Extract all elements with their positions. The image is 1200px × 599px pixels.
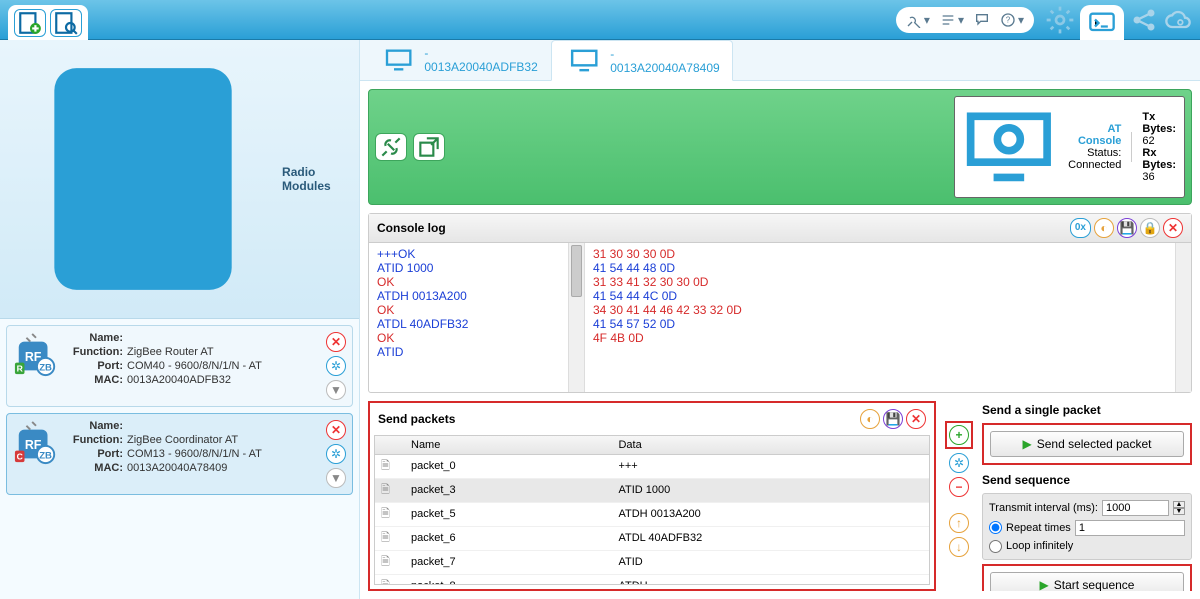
network-icon[interactable] [1130,6,1158,34]
svg-text:ZB: ZB [39,362,52,373]
packet-icon: 🗎 [375,502,405,526]
save-log-button[interactable]: 💾 [1117,218,1137,238]
radio-modules-panel: Radio Modules RFZBR Name: Function:ZigBe… [0,40,360,599]
console-scrollbar[interactable] [569,243,585,392]
module-icon: RFZBR [13,332,59,378]
console-right-pane[interactable]: 31 30 30 30 0D41 54 44 48 0D31 33 41 32 … [585,243,1175,392]
feedback-button[interactable] [974,12,990,28]
device-tabs: - 0013A20040ADFB32 - 0013A20040A78409 [360,40,1200,81]
packet-icon: 🗎 [375,526,405,550]
console-log-title: Console log [377,221,446,235]
packets-save-button[interactable]: 💾 [883,409,903,429]
console-left-pane[interactable]: +++OKATID 1000OKATDH 0013A200OKATDL 40AD… [369,243,569,392]
loop-infinitely-radio[interactable] [989,540,1002,553]
module-card-0[interactable]: RFZBR Name: Function:ZigBee Router AT Po… [6,325,353,407]
top-left-tabs [8,5,88,41]
packet-icon: 🗎 [375,550,405,574]
list-dropdown[interactable]: ▾ [940,12,964,28]
move-down-button[interactable]: ↓ [949,537,969,557]
svg-text:R: R [17,363,24,373]
search-module-button[interactable] [50,9,82,37]
lock-button[interactable]: 🔒 [1140,218,1160,238]
tools-dropdown[interactable]: ▾ [906,12,930,28]
module-card-1[interactable]: RFZBC Name: Function:ZigBee Coordinator … [6,413,353,495]
add-module-button[interactable] [14,9,46,37]
interval-down[interactable]: ▼ [1173,508,1185,515]
packet-icon: 🗎 [375,454,405,478]
remove-packet-button[interactable]: − [949,477,969,497]
edit-packet-button[interactable]: ✲ [949,453,969,473]
console-header-bar: AT Console Status: Connected Tx Bytes: 6… [368,89,1192,205]
packet-row[interactable]: 🗎packet_0+++ [375,454,929,478]
packet-row[interactable]: 🗎packet_3ATID 1000 [375,478,929,502]
module-collapse-button[interactable]: ▼ [326,468,346,488]
quick-actions-pill: ▾ ▾ ?▾ [896,7,1034,33]
clear-log-button[interactable]: ✕ [1163,218,1183,238]
module-collapse-button[interactable]: ▼ [326,380,346,400]
detach-button[interactable] [413,133,445,161]
radio-modules-title: Radio Modules [282,165,349,193]
filter-button[interactable]: ◐ [1094,218,1114,238]
radio-modules-header: Radio Modules [0,40,359,319]
cloud-icon[interactable] [1164,6,1192,34]
packet-row[interactable]: 🗎packet_8ATDH [375,574,929,585]
packet-icon: 🗎 [375,574,405,585]
send-single-title: Send a single packet [982,401,1192,419]
move-up-button[interactable]: ↑ [949,513,969,533]
connect-button[interactable] [375,133,407,161]
console-right-scrollbar[interactable] [1175,243,1191,392]
module-icon: RFZBC [13,420,59,466]
module-discover-button[interactable]: ✲ [326,444,346,464]
svg-text:ZB: ZB [39,450,52,461]
terminal-icon [1088,9,1116,37]
tab-device-1[interactable]: - 0013A20040A78409 [551,40,733,81]
interval-up[interactable]: ▲ [1173,501,1185,508]
packets-filter-button[interactable]: ◐ [860,409,880,429]
tab-device-0[interactable]: - 0013A20040ADFB32 [366,40,551,80]
svg-text:?: ? [1006,15,1011,24]
send-packets-title: Send packets [378,412,455,426]
console-log-panel: Console log 0x ◐ 💾 🔒 ✕ +++OKATID 1000OKA… [368,213,1192,393]
console-mode-tab[interactable] [1080,5,1124,41]
help-dropdown[interactable]: ?▾ [1000,12,1024,28]
hex-toggle-button[interactable]: 0x [1070,218,1091,238]
add-packet-button[interactable]: + [949,425,969,445]
status-box: AT Console Status: Connected Tx Bytes: 6… [954,96,1185,198]
send-sequence-title: Send sequence [982,471,1192,489]
packets-table: Name Data 🗎packet_0+++🗎packet_3ATID 1000… [375,436,929,585]
sequence-settings: Transmit interval (ms): ▲▼ Repeat times [982,493,1192,560]
module-discover-button[interactable]: ✲ [326,356,346,376]
start-sequence-button[interactable]: ▶Start sequence [990,572,1184,591]
send-selected-packet-button[interactable]: ▶Send selected packet [990,431,1184,457]
packets-clear-button[interactable]: ✕ [906,409,926,429]
repeat-times-radio[interactable] [989,521,1002,534]
settings-icon[interactable] [1044,4,1076,36]
transmit-interval-input[interactable] [1102,500,1169,516]
packet-row[interactable]: 🗎packet_6ATDL 40ADFB32 [375,526,929,550]
packet-row[interactable]: 🗎packet_5ATDH 0013A200 [375,502,929,526]
packet-icon: 🗎 [375,478,405,502]
repeat-times-input[interactable] [1075,520,1185,536]
svg-text:C: C [17,451,23,461]
top-toolbar: ▾ ▾ ?▾ [0,0,1200,40]
module-close-button[interactable]: ✕ [326,420,346,440]
module-close-button[interactable]: ✕ [326,332,346,352]
packet-list-actions: + ✲ − ↑ ↓ [946,401,972,591]
send-packets-panel: Send packets ◐ 💾 ✕ Name Data [368,401,936,591]
packet-row[interactable]: 🗎packet_7ATID [375,550,929,574]
